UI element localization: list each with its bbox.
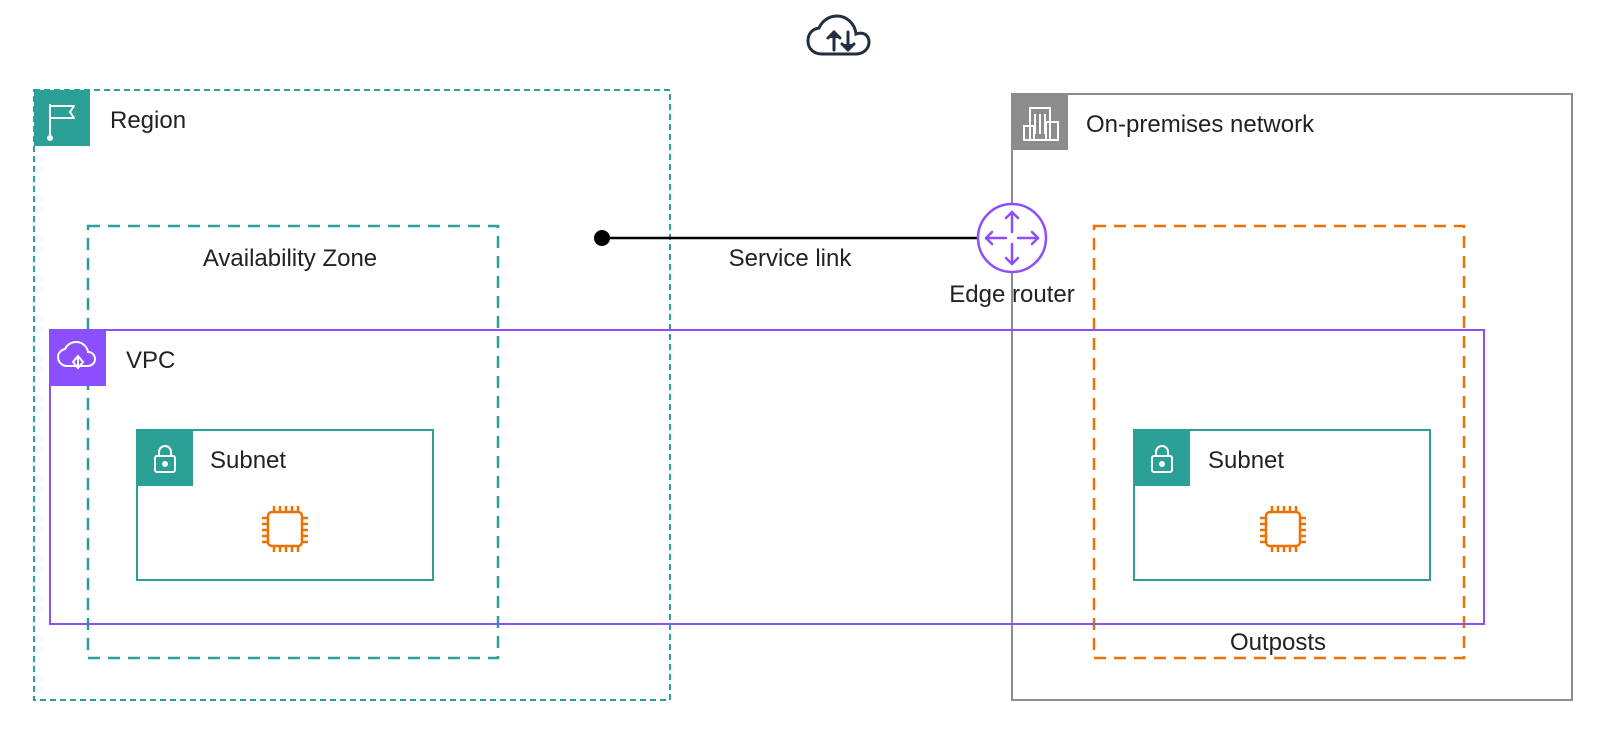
diagram-canvas: Region Availability Zone On-premises net… [0, 0, 1600, 740]
subnet-right-label: Subnet [1208, 447, 1284, 474]
vpc-label: VPC [126, 347, 175, 374]
cloud-sync-icon [808, 16, 869, 54]
subnet-left-icon [137, 430, 193, 486]
subnet-left-label: Subnet [210, 447, 286, 474]
on-premises-box [1012, 94, 1572, 700]
on-premises-label: On-premises network [1086, 111, 1315, 138]
edge-router-icon [978, 204, 1046, 272]
subnet-right-icon [1134, 430, 1190, 486]
service-link-label: Service link [729, 245, 853, 272]
chip-icon-left [262, 506, 308, 552]
availability-zone-label: Availability Zone [203, 245, 377, 272]
region-box [34, 90, 670, 700]
on-premises-icon [1012, 94, 1068, 150]
vpc-icon [50, 330, 106, 386]
region-icon [34, 90, 90, 146]
region-label: Region [110, 107, 186, 134]
edge-router-label: Edge router [949, 281, 1074, 308]
service-link-endpoint [594, 230, 610, 246]
outposts-label: Outposts [1230, 629, 1326, 656]
chip-icon-right [1260, 506, 1306, 552]
